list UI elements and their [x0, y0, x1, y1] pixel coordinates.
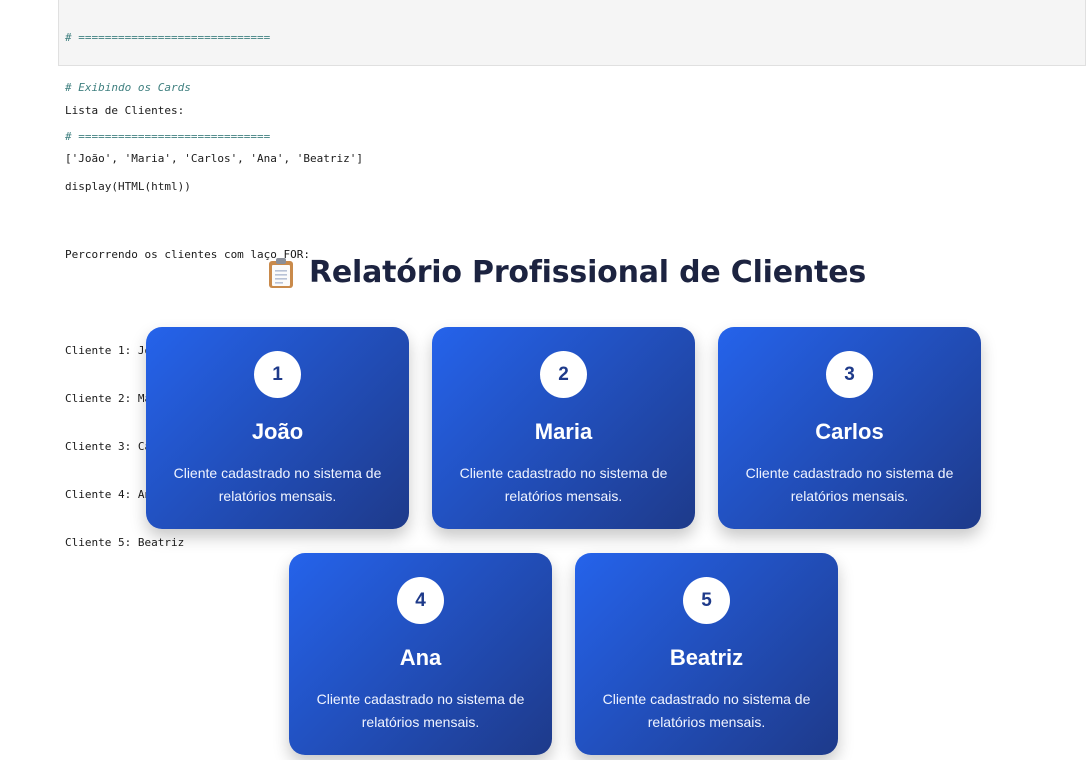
client-card: 4 Ana Cliente cadastrado no sistema de r… [289, 553, 552, 755]
client-card: 1 João Cliente cadastrado no sistema de … [146, 327, 409, 529]
code-line: # ============================= [65, 31, 271, 44]
card-description: Cliente cadastrado no sistema de relatór… [316, 691, 525, 730]
card-number-badge: 2 [540, 351, 587, 398]
card-number-badge: 3 [826, 351, 873, 398]
client-card: 5 Beatriz Cliente cadastrado no sistema … [575, 553, 838, 755]
clipboard-icon [268, 257, 293, 288]
card-number-badge: 4 [397, 577, 444, 624]
card-description: Cliente cadastrado no sistema de relatór… [745, 465, 954, 504]
report-heading: Relatório Profissional de Clientes [0, 255, 1088, 297]
card-client-name: Ana [399, 645, 442, 670]
client-card: 3 Carlos Cliente cadastrado no sistema d… [718, 327, 981, 529]
card-number-badge: 5 [683, 577, 730, 624]
card-description: Cliente cadastrado no sistema de relatór… [459, 465, 668, 504]
card-description: Cliente cadastrado no sistema de relatór… [173, 465, 382, 504]
card-client-name: João [251, 419, 304, 444]
card-client-name: Carlos [815, 419, 884, 444]
output-line: Lista de Clientes: [65, 104, 185, 117]
client-card: 2 Maria Cliente cadastrado no sistema de… [432, 327, 695, 529]
output-line: Cliente 5: Beatriz [65, 536, 185, 549]
card-number-badge: 1 [254, 351, 301, 398]
card-description: Cliente cadastrado no sistema de relatór… [602, 691, 811, 730]
page-title: Relatório Profissional de Clientes [308, 255, 867, 290]
card-client-name: Beatriz [669, 645, 744, 670]
code-cell[interactable]: # ============================= # Exibin… [58, 0, 1086, 193]
card-client-name: Maria [534, 419, 593, 444]
output-line: ['João', 'Maria', 'Carlos', 'Ana', 'Beat… [65, 152, 364, 165]
